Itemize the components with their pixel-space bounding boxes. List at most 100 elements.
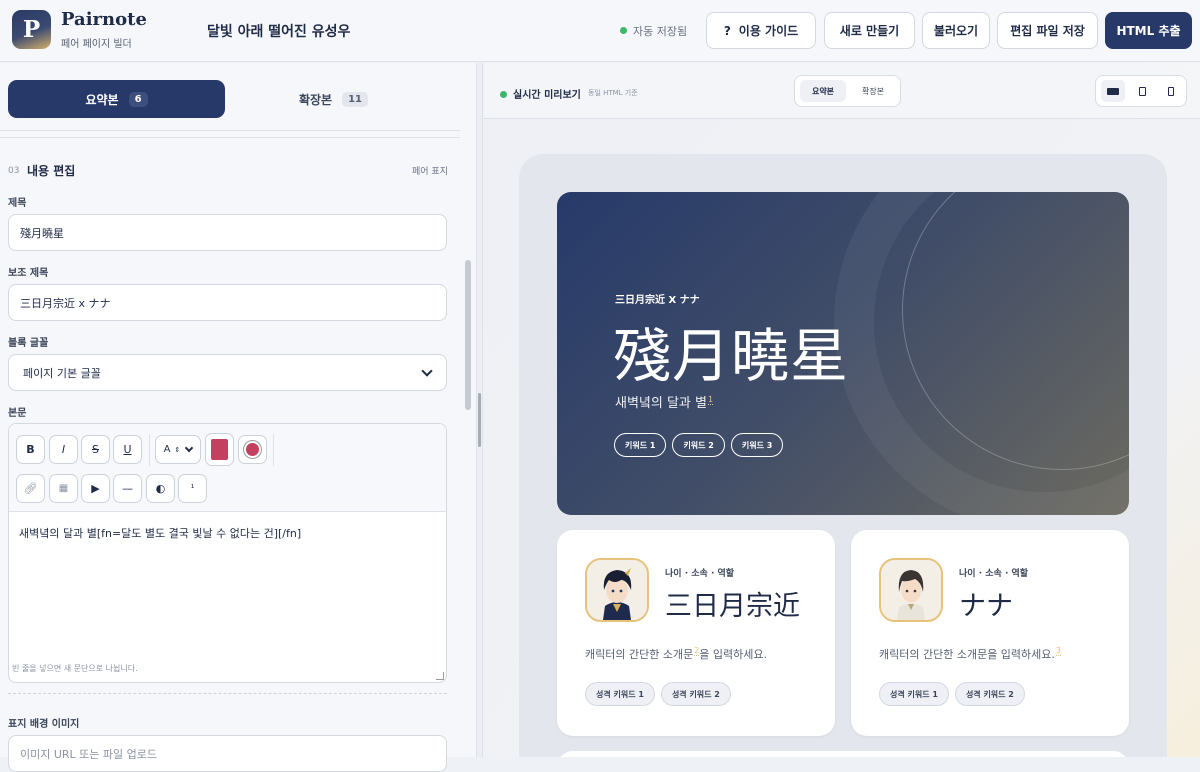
text-color-picker[interactable] <box>205 433 234 466</box>
footnote-marker[interactable]: 3 <box>1055 646 1061 656</box>
font-select[interactable]: 페이지 기본 글꼴 <box>8 354 447 391</box>
preview-tab-switch: 요약본 확장본 <box>794 75 901 107</box>
bg-image-input[interactable]: 이미지 URL 또는 파일 업로드 <box>8 735 447 772</box>
load-button[interactable]: 불러오기 <box>922 12 990 49</box>
help-icon: ? <box>723 23 731 38</box>
cover-subtitle: 새벽녘의 달과 별1 <box>615 395 714 411</box>
subtitle-label: 보조 제목 <box>8 268 49 279</box>
keyword-chip: 성격 키워드 1 <box>585 682 655 706</box>
brand-subtitle: 페어 페이지 빌더 <box>61 39 132 50</box>
top-bar: P Pairnote 페어 페이지 빌더 달빛 아래 떨어진 유성우 자동 저장… <box>0 0 1200 62</box>
character-name: ナナ <box>959 591 1013 622</box>
resize-grip[interactable] <box>478 393 481 447</box>
link-icon[interactable]: 🔗︎ <box>16 474 45 503</box>
cover-title: 殘月曉星 <box>613 322 850 390</box>
bold-button[interactable]: B <box>16 435 45 464</box>
scrollbar-thumb[interactable] <box>465 260 471 410</box>
document-title: 달빛 아래 떨어진 유성우 <box>207 24 351 40</box>
character-card: 나이 · 소속 · 역할 三日月宗近 캐릭터의 간단한 소개문2을 입력하세요.… <box>557 530 835 736</box>
character-meta: 나이 · 소속 · 역할 <box>959 569 1029 579</box>
footnote-button[interactable]: ¹ <box>178 474 207 503</box>
contrast-icon[interactable]: ◐ <box>146 474 175 503</box>
character-keywords: 성격 키워드 1 성격 키워드 2 <box>879 682 1025 706</box>
preview-header: 실시간 미리보기 동일 HTML 기준 요약본 확장본 <box>484 63 1200 119</box>
avatar <box>585 558 649 622</box>
status-dot-icon <box>620 27 627 34</box>
color-swatch <box>211 439 228 460</box>
keyword-chip: 키워드 1 <box>614 433 667 457</box>
device-switch <box>1095 75 1187 107</box>
tablet-view-button[interactable] <box>1130 80 1154 102</box>
section-title: 내용 편집 <box>27 164 76 178</box>
cover-keywords: 키워드 1 키워드 2 키워드 3 <box>614 433 784 457</box>
new-button[interactable]: 새로 만들기 <box>824 12 915 49</box>
autosave-status: 자동 저장됨 <box>620 23 687 39</box>
divider-icon[interactable]: — <box>113 474 142 503</box>
subtitle-field[interactable]: 三日月宗近 x ナナ <box>8 284 447 321</box>
title-label: 제목 <box>8 198 27 209</box>
body-label: 본문 <box>8 408 27 419</box>
html-export-button[interactable]: HTML 추출 <box>1105 12 1192 49</box>
underline-button[interactable]: U <box>113 435 142 464</box>
app-logo: P <box>12 10 51 49</box>
tablet-icon <box>1138 86 1146 96</box>
preview-panel: 실시간 미리보기 동일 HTML 기준 요약본 확장본 三日月宗近 X ナナ 殘… <box>484 63 1200 757</box>
count-badge: 6 <box>128 91 148 107</box>
divider <box>8 693 447 694</box>
preview-label: 실시간 미리보기 <box>500 86 581 101</box>
character-portrait-icon <box>587 560 647 620</box>
editor-scrollbar[interactable] <box>465 66 471 757</box>
play-icon[interactable]: ▶ <box>81 474 110 503</box>
keyword-chip: 키워드 2 <box>672 433 725 457</box>
guide-button[interactable]: ? 이용 가이드 <box>706 12 816 49</box>
character-description: 캐릭터의 간단한 소개문2을 입력하세요. <box>585 646 768 661</box>
bg-image-label: 표지 배경 이미지 <box>8 719 80 730</box>
live-dot-icon <box>500 91 507 98</box>
section-number: 03 <box>8 166 20 176</box>
desktop-view-button[interactable] <box>1101 80 1125 102</box>
character-meta: 나이 · 소속 · 역할 <box>665 569 735 579</box>
mobile-view-button[interactable] <box>1159 80 1183 102</box>
highlight-color-button[interactable] <box>238 435 267 464</box>
footnote-marker[interactable]: 1 <box>708 395 714 405</box>
body-hint: 빈 줄을 넣으면 새 문단으로 나뉩니다. <box>12 664 138 673</box>
resize-handle[interactable] <box>436 672 444 680</box>
keyword-chip: 키워드 3 <box>730 433 784 457</box>
keyword-chip: 성격 키워드 2 <box>954 682 1025 706</box>
toolbar-divider <box>273 434 274 466</box>
avatar <box>879 558 943 622</box>
panel-resizer[interactable] <box>476 63 483 757</box>
body-editor: B I S U A ⇕ 🔗︎ ▦ ▶ — ◐ ¹ 새벽녘의 달과 별[fn=달도 … <box>8 423 447 683</box>
toolbar-divider <box>149 434 150 466</box>
editor-panel: 요약본 6 확장본 11 03 내용 편집 페어 표지 제목 殘月曉星 보조 제목 … <box>0 63 476 772</box>
font-label: 블록 글꼴 <box>8 338 49 349</box>
divider <box>0 130 460 131</box>
editor-toolbar: B I S U A ⇕ 🔗︎ ▦ ▶ — ◐ ¹ <box>9 424 446 512</box>
body-textarea[interactable]: 새벽녘의 달과 별[fn=달도 별도 결국 빛날 수 없다는 건][/fn] <box>19 525 301 541</box>
keyword-chip: 성격 키워드 2 <box>660 682 731 706</box>
section-context-label: 페어 표지 <box>412 167 448 177</box>
preview-tab-expanded[interactable]: 확장본 <box>850 80 896 102</box>
keyword-chip: 성격 키워드 1 <box>879 682 949 706</box>
tab-expanded[interactable]: 확장본 11 <box>225 80 442 118</box>
color-dot-icon <box>246 443 259 456</box>
character-card: 나이 · 소속 · 역할 ナナ 캐릭터의 간단한 소개문을 입력하세요.3 성격… <box>851 530 1129 736</box>
character-portrait-icon <box>881 560 941 620</box>
cover-hero: 三日月宗近 X ナナ 殘月曉星 새벽녘의 달과 별1 키워드 1 키워드 2 키… <box>557 192 1129 515</box>
mobile-icon <box>1168 86 1174 96</box>
image-icon[interactable]: ▦ <box>49 474 78 503</box>
preview-tab-summary[interactable]: 요약본 <box>800 80 846 102</box>
character-description: 캐릭터의 간단한 소개문을 입력하세요.3 <box>879 646 1061 661</box>
chevron-down-icon <box>185 443 194 453</box>
italic-button[interactable]: I <box>49 435 78 464</box>
font-size-select[interactable]: A ⇕ <box>155 435 201 464</box>
character-name: 三日月宗近 <box>665 591 800 622</box>
chevron-down-icon <box>421 364 433 377</box>
tab-summary[interactable]: 요약본 6 <box>8 80 225 118</box>
count-badge: 11 <box>342 91 369 107</box>
cover-small-title: 三日月宗近 X ナナ <box>615 295 700 306</box>
title-field[interactable]: 殘月曉星 <box>8 214 447 251</box>
next-section-card <box>557 751 1129 757</box>
strike-button[interactable]: S <box>81 435 110 464</box>
save-edit-file-button[interactable]: 편집 파일 저장 <box>997 12 1098 49</box>
